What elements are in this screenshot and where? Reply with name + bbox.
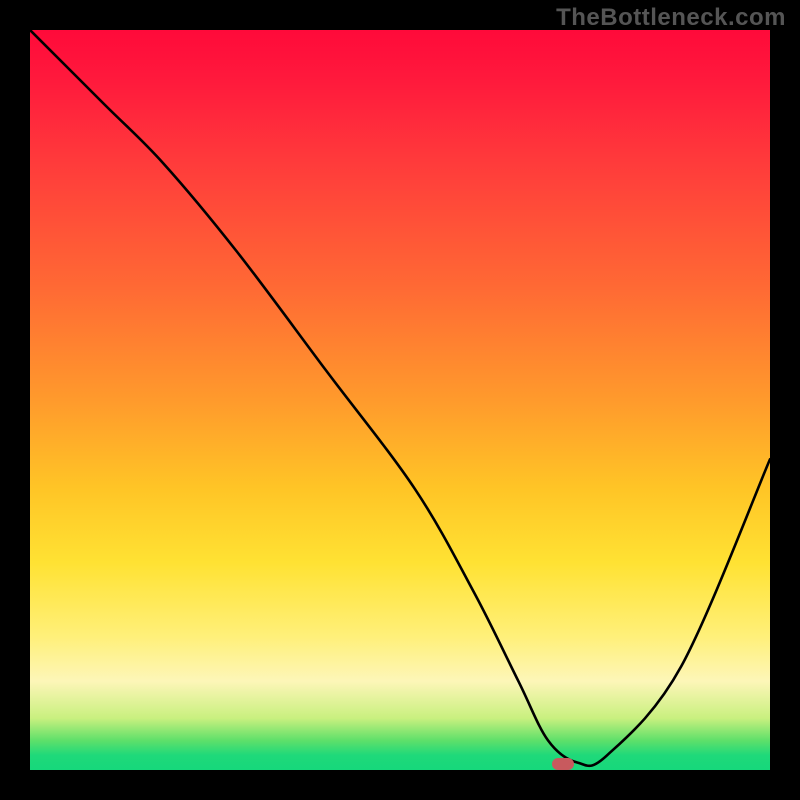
watermark-text: TheBottleneck.com [556,4,786,32]
plot-area [30,30,770,770]
bottleneck-curve [30,30,770,770]
optimal-marker [552,758,574,770]
chart-frame: TheBottleneck.com [0,0,800,800]
